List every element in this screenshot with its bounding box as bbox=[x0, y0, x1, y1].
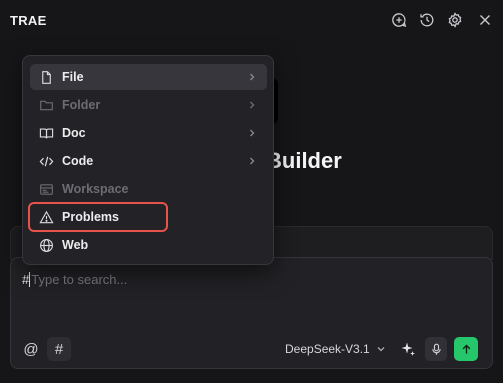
input-row: # bbox=[22, 270, 332, 288]
menu-item-problems[interactable]: Problems bbox=[28, 202, 168, 232]
menu-item-label: Workspace bbox=[62, 182, 129, 196]
workspace-icon bbox=[38, 181, 54, 197]
chevron-right-icon bbox=[250, 157, 255, 165]
folder-icon bbox=[38, 97, 54, 113]
new-chat-icon[interactable] bbox=[390, 11, 408, 29]
input-prefix: # bbox=[22, 271, 30, 287]
menu-item-workspace[interactable]: Workspace bbox=[30, 176, 267, 202]
menu-item-label: Problems bbox=[62, 210, 119, 224]
chevron-right-icon bbox=[250, 101, 255, 109]
menu-item-folder[interactable]: Folder bbox=[30, 92, 267, 118]
settings-icon[interactable] bbox=[446, 11, 464, 29]
sparkle-icon[interactable] bbox=[397, 338, 419, 360]
arrow-up-icon bbox=[462, 343, 470, 354]
page-title: Builder bbox=[266, 148, 342, 173]
menu-item-label: Folder bbox=[62, 98, 101, 112]
book-icon bbox=[38, 125, 54, 141]
history-icon[interactable] bbox=[418, 11, 436, 29]
chat-input-box: # @ # DeepSeek-V3.1 bbox=[10, 257, 493, 369]
chevron-right-icon bbox=[250, 129, 255, 137]
menu-item-label: Doc bbox=[62, 126, 86, 140]
chevron-right-icon bbox=[250, 73, 255, 81]
mention-button[interactable]: @ bbox=[19, 337, 43, 361]
warning-icon bbox=[38, 209, 54, 225]
text-caret bbox=[29, 271, 31, 287]
file-icon bbox=[38, 69, 54, 85]
code-icon bbox=[38, 153, 54, 169]
globe-icon bbox=[38, 237, 54, 253]
menu-item-web[interactable]: Web bbox=[30, 232, 267, 258]
menu-item-label: Web bbox=[62, 238, 89, 252]
app-title: TRAE bbox=[10, 13, 47, 28]
menu-item-doc[interactable]: Doc bbox=[30, 120, 267, 146]
menu-item-label: File bbox=[62, 70, 84, 84]
menu-item-code[interactable]: Code bbox=[30, 148, 267, 174]
context-menu: File Folder Doc Code Workspace Problems … bbox=[22, 55, 274, 265]
search-input[interactable] bbox=[31, 271, 332, 287]
context-button[interactable]: # bbox=[47, 337, 71, 361]
menu-item-file[interactable]: File bbox=[30, 64, 267, 90]
send-button[interactable] bbox=[454, 337, 478, 361]
model-selector[interactable]: DeepSeek-V3.1 bbox=[285, 340, 386, 358]
header: TRAE bbox=[0, 0, 503, 40]
microphone-icon[interactable] bbox=[425, 337, 447, 361]
close-icon[interactable] bbox=[476, 11, 494, 29]
model-name: DeepSeek-V3.1 bbox=[285, 342, 370, 356]
menu-item-label: Code bbox=[62, 154, 94, 168]
chevron-down-icon bbox=[377, 347, 385, 352]
